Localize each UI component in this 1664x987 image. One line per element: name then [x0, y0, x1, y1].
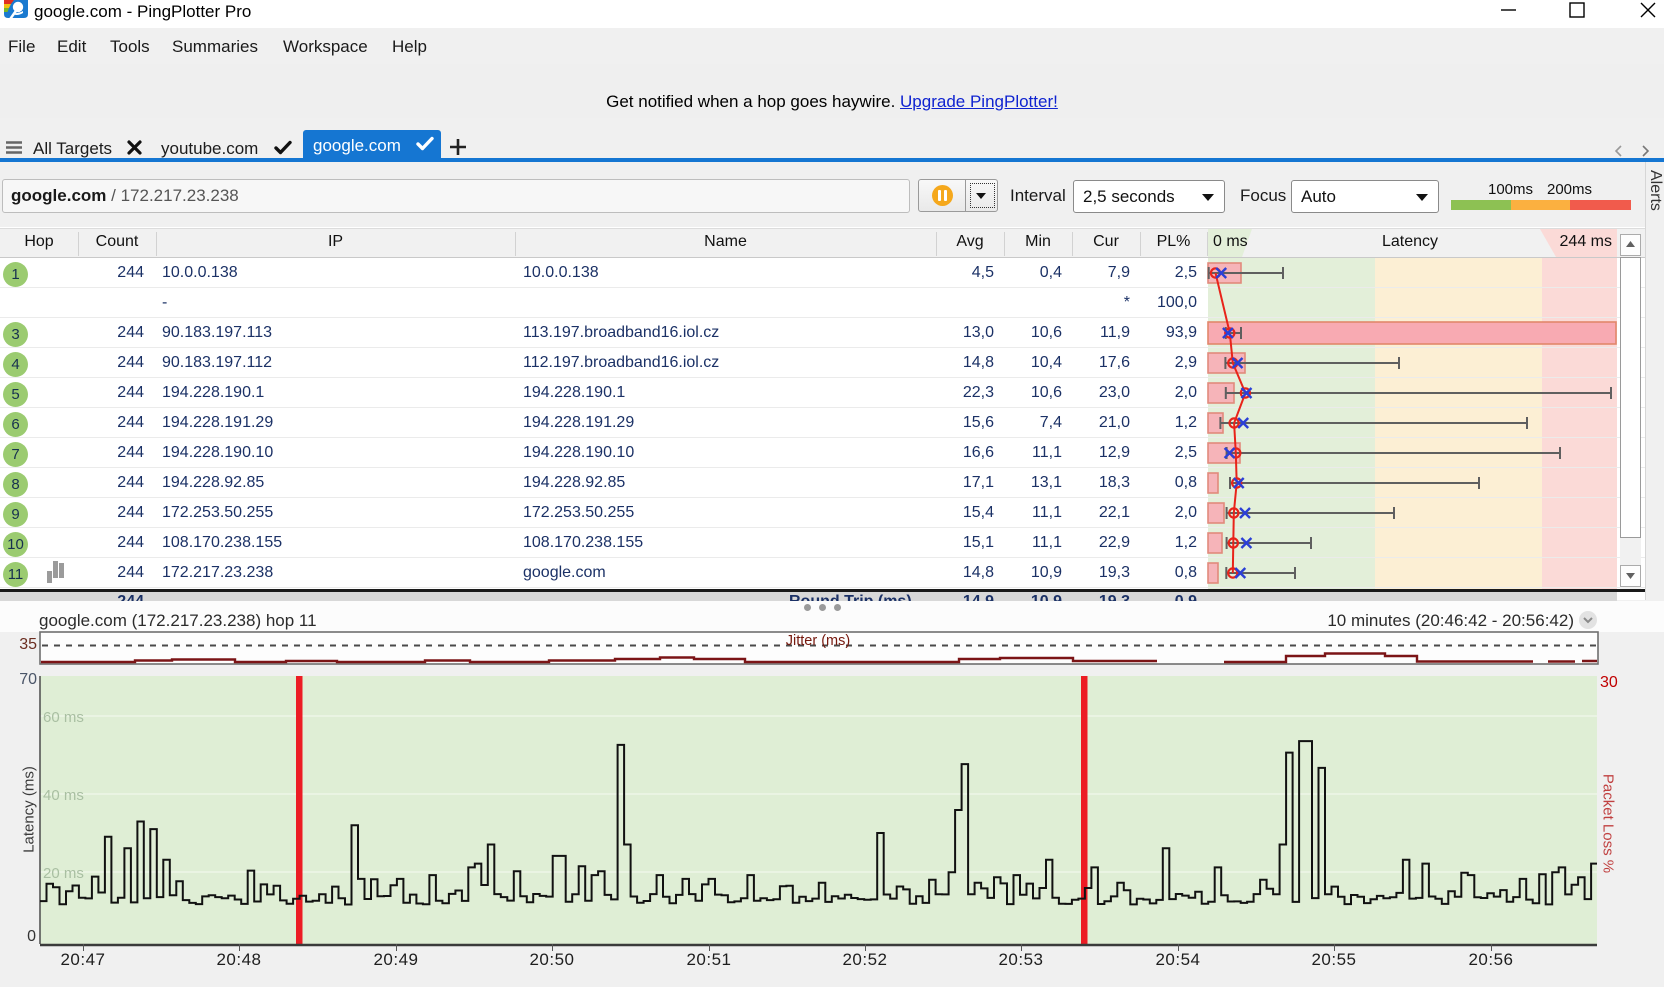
svg-text:20 ms: 20 ms: [43, 865, 84, 882]
svg-text:40 ms: 40 ms: [43, 787, 84, 804]
svg-text:Jitter (ms): Jitter (ms): [786, 633, 850, 649]
svg-text:60 ms: 60 ms: [43, 709, 84, 726]
